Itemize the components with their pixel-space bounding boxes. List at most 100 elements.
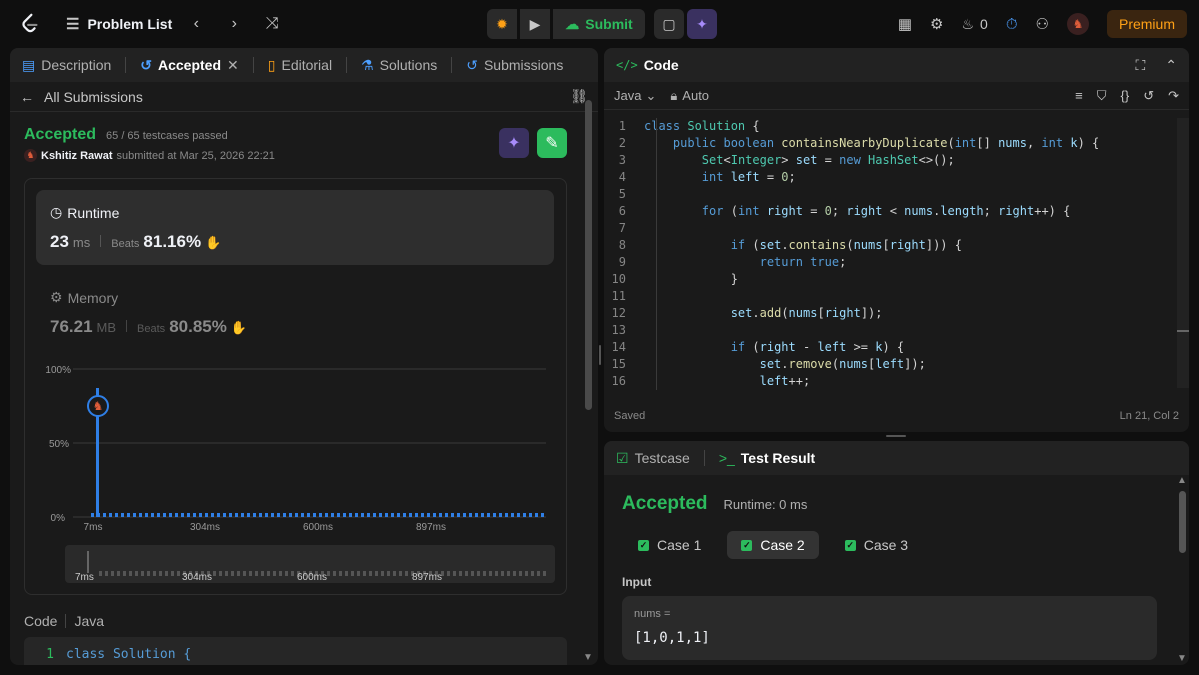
- distribution-bar[interactable]: [439, 513, 442, 517]
- distribution-bar[interactable]: [319, 513, 322, 517]
- language-select[interactable]: Java ⌄: [614, 88, 656, 104]
- horizontal-splitter[interactable]: [886, 435, 906, 437]
- distribution-bar[interactable]: [403, 513, 406, 517]
- distribution-bar[interactable]: [91, 513, 94, 517]
- distribution-bar[interactable]: [517, 513, 520, 517]
- settings-gear-icon[interactable]: ⚙: [930, 15, 943, 33]
- distribution-bar[interactable]: [469, 513, 472, 517]
- distribution-bar[interactable]: [313, 513, 316, 517]
- scroll-up-icon[interactable]: ▲: [1177, 475, 1187, 486]
- distribution-bar[interactable]: [349, 513, 352, 517]
- username[interactable]: Kshitiz Rawat: [41, 150, 113, 162]
- distribution-bar[interactable]: [151, 513, 154, 517]
- close-icon[interactable]: ✕: [227, 57, 239, 74]
- distribution-bar[interactable]: [331, 513, 334, 517]
- distribution-bar[interactable]: [367, 513, 370, 517]
- scroll-down-icon[interactable]: ▼: [1177, 653, 1187, 664]
- next-problem-button[interactable]: ›: [220, 10, 248, 38]
- avatar[interactable]: ♞: [1066, 13, 1089, 35]
- scroll-thumb[interactable]: [1177, 330, 1189, 332]
- distribution-bar[interactable]: [385, 513, 388, 517]
- ai-button[interactable]: ✦: [687, 9, 717, 39]
- distribution-bar[interactable]: [199, 513, 202, 517]
- distribution-bar[interactable]: [169, 513, 172, 517]
- range-handle[interactable]: [87, 551, 89, 573]
- problem-list-button[interactable]: ☰ Problem List: [66, 15, 172, 33]
- distribution-bar[interactable]: [223, 513, 226, 517]
- scroll-down-icon[interactable]: ▼: [583, 652, 593, 663]
- tab-editorial[interactable]: ▯ Editorial: [268, 57, 332, 74]
- bookmark-icon[interactable]: ⛉: [1097, 88, 1107, 104]
- leetcode-logo[interactable]: [18, 12, 42, 36]
- distribution-bar[interactable]: [505, 513, 508, 517]
- distribution-bar[interactable]: [379, 513, 382, 517]
- distribution-bar[interactable]: [373, 513, 376, 517]
- premium-button[interactable]: Premium: [1106, 10, 1187, 38]
- distribution-bar[interactable]: [529, 513, 532, 517]
- distribution-bar[interactable]: [205, 513, 208, 517]
- tab-accepted[interactable]: ↺ Accepted ✕: [140, 57, 239, 74]
- tab-test-result[interactable]: >_ Test Result: [719, 450, 815, 466]
- random-problem-button[interactable]: ⤨: [258, 10, 286, 38]
- distribution-bar[interactable]: [229, 513, 232, 517]
- distribution-bar[interactable]: [391, 513, 394, 517]
- distribution-bar[interactable]: [187, 513, 190, 517]
- redo-icon[interactable]: ↷: [1168, 88, 1179, 104]
- distribution-bar[interactable]: [175, 513, 178, 517]
- distribution-bar[interactable]: [337, 513, 340, 517]
- reset-icon[interactable]: ↺: [1143, 88, 1154, 104]
- distribution-bar[interactable]: [271, 513, 274, 517]
- code-area[interactable]: 1 class Solution { 2 public boolean conta…: [604, 118, 1176, 390]
- streak-counter[interactable]: ♨ 0: [961, 16, 987, 33]
- distribution-bar[interactable]: [127, 513, 130, 517]
- distribution-bar[interactable]: [427, 513, 430, 517]
- tab-submissions[interactable]: ↺ Submissions: [466, 57, 563, 74]
- distribution-bar[interactable]: [259, 513, 262, 517]
- range-selector[interactable]: 7ms 304ms 600ms 897ms: [65, 545, 555, 583]
- distribution-bar[interactable]: [103, 513, 106, 517]
- distribution-bar[interactable]: [475, 513, 478, 517]
- distribution-bar[interactable]: [445, 513, 448, 517]
- chevron-up-icon[interactable]: ⌃: [1165, 57, 1177, 74]
- distribution-bar[interactable]: [355, 513, 358, 517]
- distribution-bar[interactable]: [289, 513, 292, 517]
- memory-header[interactable]: ⚙ Memory: [50, 289, 118, 306]
- edit-solution-button[interactable]: ✎: [537, 128, 567, 158]
- tab-solutions[interactable]: ⚗ Solutions: [361, 57, 437, 74]
- distribution-bar[interactable]: [451, 513, 454, 517]
- distribution-bar[interactable]: [523, 513, 526, 517]
- prev-problem-button[interactable]: ‹: [182, 10, 210, 38]
- case-1-button[interactable]: ✓ Case 1: [624, 531, 715, 559]
- editor-scrollbar[interactable]: [1177, 118, 1189, 388]
- runtime-card[interactable]: ◷ Runtime 23 ms Beats 81.16% ✋: [36, 190, 554, 265]
- distribution-bar[interactable]: [139, 513, 142, 517]
- distribution-bar[interactable]: [397, 513, 400, 517]
- distribution-bar[interactable]: [409, 513, 412, 517]
- maximize-icon[interactable]: ⛶: [1135, 57, 1145, 74]
- distribution-bar[interactable]: [433, 513, 436, 517]
- distribution-bar[interactable]: [415, 513, 418, 517]
- distribution-bar[interactable]: [421, 513, 424, 517]
- distribution-bar[interactable]: [163, 513, 166, 517]
- tab-description[interactable]: ▤ Description: [22, 57, 111, 74]
- distribution-bar[interactable]: [307, 513, 310, 517]
- distribution-bar[interactable]: [121, 513, 124, 517]
- distribution-bar[interactable]: [235, 513, 238, 517]
- distribution-bar[interactable]: [115, 513, 118, 517]
- distribution-bar[interactable]: [157, 513, 160, 517]
- add-user-icon[interactable]: ⚇: [1036, 15, 1049, 33]
- distribution-bar[interactable]: [343, 513, 346, 517]
- distribution-bar[interactable]: [253, 513, 256, 517]
- notes-button[interactable]: ▢: [654, 9, 684, 39]
- submit-button[interactable]: ☁ Submit: [553, 9, 645, 39]
- analyze-ai-button[interactable]: ✦: [499, 128, 529, 158]
- distribution-bar[interactable]: [241, 513, 244, 517]
- distribution-bar[interactable]: [301, 513, 304, 517]
- distribution-bar[interactable]: [361, 513, 364, 517]
- case-2-button[interactable]: ✓ Case 2: [727, 531, 819, 559]
- distribution-bar[interactable]: [295, 513, 298, 517]
- vertical-splitter[interactable]: [599, 345, 601, 365]
- distribution-bar[interactable]: [487, 513, 490, 517]
- case-3-button[interactable]: ✓ Case 3: [831, 531, 922, 559]
- scrollbar[interactable]: [585, 100, 592, 410]
